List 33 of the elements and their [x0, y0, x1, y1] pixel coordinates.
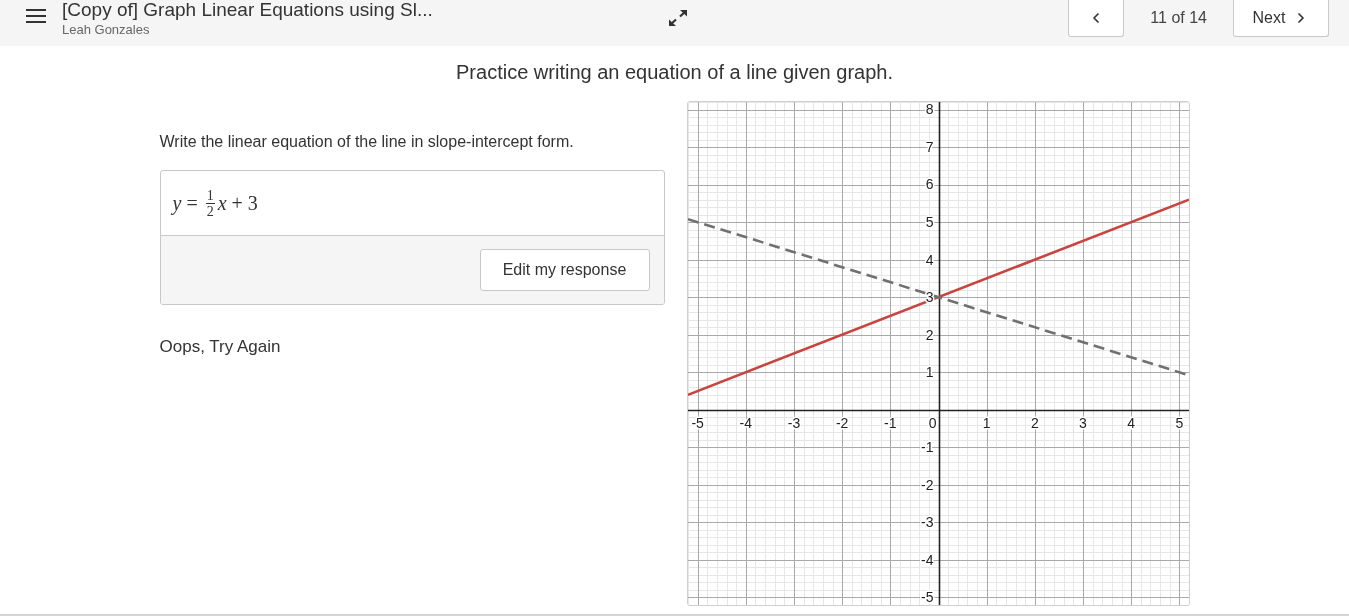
tick-label: -4: [739, 414, 752, 431]
tick-label: 0: [928, 414, 936, 431]
next-button[interactable]: Next: [1233, 0, 1329, 37]
tick-label: 4: [1126, 414, 1135, 431]
feedback-text: Oops, Try Again: [159, 337, 282, 357]
page-title: Practice writing an equation of a line given graph.: [456, 60, 893, 84]
tick-label: -2: [920, 476, 933, 493]
tick-label: 6: [925, 176, 933, 193]
tick-label: -5: [920, 589, 933, 605]
tick-label: 3: [1078, 414, 1087, 431]
assignment-title: [Copy of] Graph Linear Equations using Sl...: [62, 0, 433, 20]
tick-label: -4: [920, 551, 933, 568]
edit-response-button[interactable]: Edit my response: [479, 249, 650, 291]
tick-label: -2: [835, 414, 848, 431]
author-name: Leah Gonzales: [62, 22, 151, 38]
tick-label: 8: [925, 102, 933, 118]
tick-label: -1: [883, 414, 897, 431]
tick-label: 7: [925, 138, 933, 155]
tick-label: -3: [920, 514, 933, 531]
tick-label: -1: [920, 439, 933, 456]
tick-label: -3: [787, 414, 800, 431]
tick-label: 4: [925, 251, 933, 268]
tick-label: 5: [925, 214, 933, 230]
tick-label: -5: [690, 414, 704, 431]
tick-label: 5: [1174, 414, 1183, 431]
page-counter: 11 of 14: [1150, 8, 1207, 28]
menu-icon[interactable]: [26, 9, 46, 23]
tick-label: 1: [925, 364, 933, 381]
question-prompt: Write the linear equation of the line in slope-intercept form.: [159, 132, 575, 152]
expand-icon[interactable]: [668, 10, 687, 26]
tick-label: 1: [982, 414, 991, 431]
tick-label: 2: [1030, 414, 1039, 431]
tick-label: 2: [925, 326, 933, 343]
